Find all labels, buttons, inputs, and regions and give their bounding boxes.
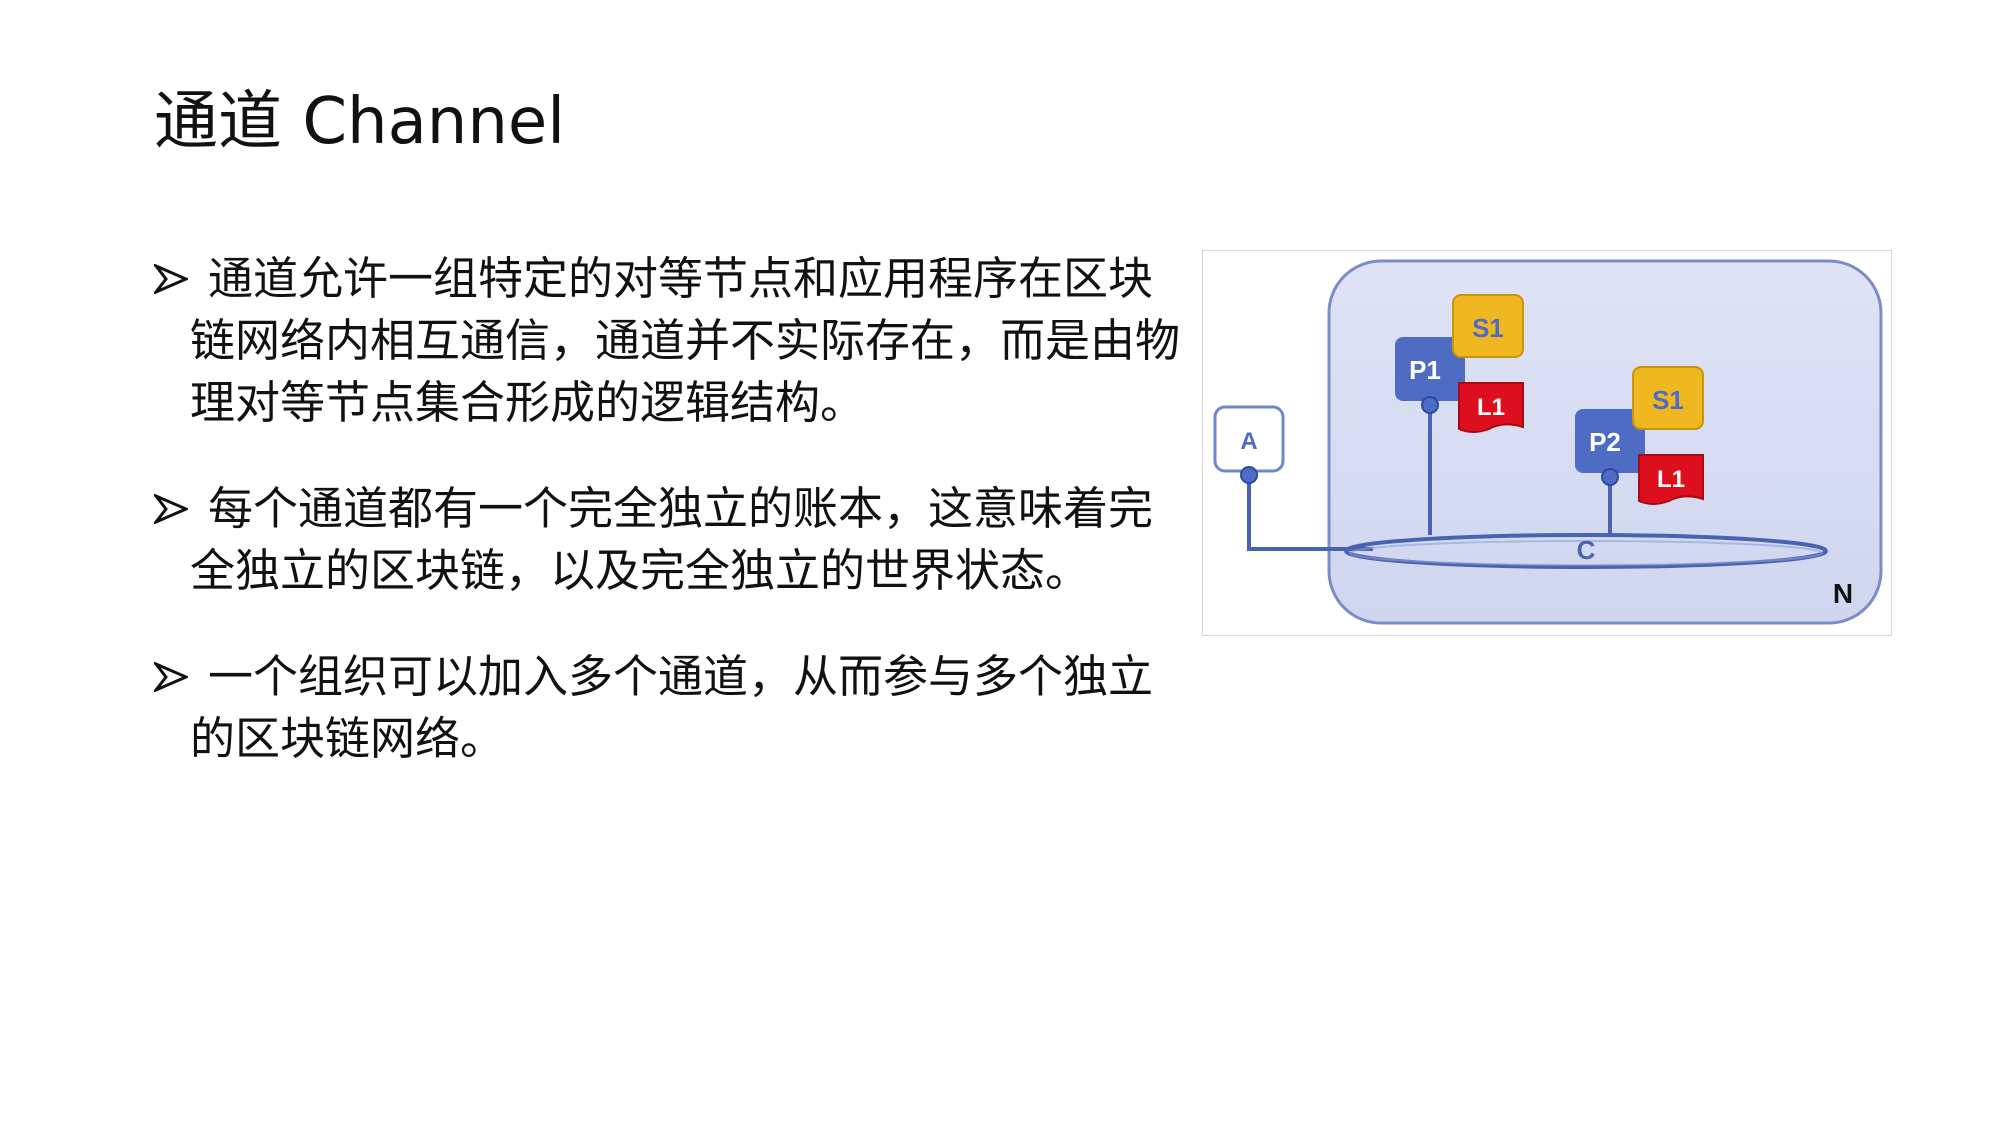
peer1-label: P1 [1409,355,1441,385]
peer2-port [1601,468,1619,486]
channel-diagram: C A S1 P1 L1 S1 P2 L1 N [1202,250,1892,636]
bullet-text: 通道允许一组特定的对等节点和应用程序在区块链网络内相互通信，通道并不实际存在，而… [190,252,1181,429]
ledger2-label: L1 [1657,466,1685,493]
bullet-item: 通道允许一组特定的对等节点和应用程序在区块链网络内相互通信，通道并不实际存在，而… [154,248,1184,434]
bullet-text: 一个组织可以加入多个通道，从而参与多个独立的区块链网络。 [190,650,1154,765]
page-title: 通道 Channel [154,85,566,159]
peer2-label: P2 [1589,427,1621,457]
smart-contract2-label: S1 [1652,385,1684,415]
bullet-item: 每个通道都有一个完全独立的账本，这意味着完全独立的区块链，以及完全独立的世界状态… [154,478,1184,602]
bullet-text: 每个通道都有一个完全独立的账本，这意味着完全独立的区块链，以及完全独立的世界状态… [190,482,1154,597]
ledger1-label: L1 [1477,394,1505,421]
application-label: A [1240,428,1257,455]
bullet-item: 一个组织可以加入多个通道，从而参与多个独立的区块链网络。 [154,646,1184,770]
bullet-list: 通道允许一组特定的对等节点和应用程序在区块链网络内相互通信，通道并不实际存在，而… [154,248,1184,814]
smart-contract1-label: S1 [1472,313,1504,343]
peer1-port [1421,396,1439,414]
application-port [1240,466,1258,484]
network-label: N [1833,578,1853,609]
channel-label: C [1577,535,1596,565]
